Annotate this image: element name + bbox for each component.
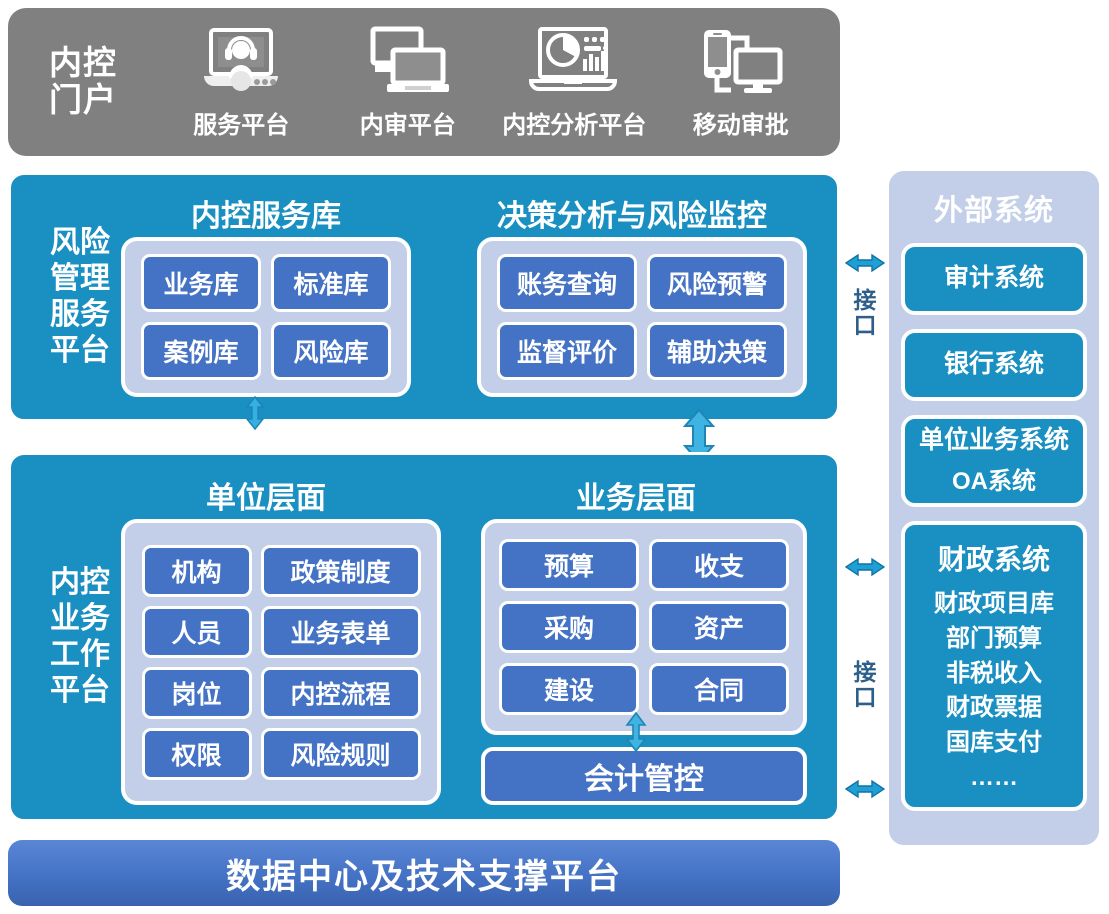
side-title-line: 业务 <box>50 602 110 635</box>
group-box-business-level: 预算 收支 采购 资产 建设 合同 <box>481 519 807 735</box>
finance-item: 非税收入 <box>946 659 1042 687</box>
cell-business-form[interactable]: 业务表单 <box>260 605 421 658</box>
interface-label-bottom: 接 口 <box>851 659 879 711</box>
risk-platform-side-title: 风险 管理 服务 平台 <box>25 175 135 419</box>
finance-item: 财政票据 <box>946 694 1042 722</box>
finance-item: 财政项目库 <box>934 590 1054 617</box>
finance-item-ellipsis: …… <box>970 763 1018 791</box>
cell-standard-library[interactable]: 标准库 <box>271 254 391 312</box>
cell-procurement[interactable]: 采购 <box>499 601 639 653</box>
group-heading-unit-level: 单位层面 <box>206 482 326 515</box>
cell-business-library[interactable]: 业务库 <box>141 254 261 312</box>
connector-arrow-interface-top <box>844 252 886 279</box>
portal-item-list: 服务平台 内审平台 内控分析平台 移动审批 <box>158 8 840 156</box>
cell-case-library[interactable]: 案例库 <box>141 322 261 380</box>
group-heading-decision-analysis: 决策分析与风险监控 <box>497 200 767 233</box>
interface-char: 口 <box>853 684 877 711</box>
laptop-support-agent-icon <box>198 25 284 99</box>
connector-arrow-interface-low <box>844 778 886 805</box>
portal-item-mobile-approval[interactable]: 移动审批 <box>661 25 821 140</box>
external-system-finance[interactable]: 财政系统 财政项目库 部门预算 非税收入 财政票据 国库支付 …… <box>901 521 1087 811</box>
interface-char: 接 <box>853 659 877 685</box>
side-title-line: 风险 <box>50 226 110 259</box>
group-box-unit-level: 机构 政策制度 人员 业务表单 岗位 内控流程 权限 风险规则 <box>121 519 441 805</box>
cell-personnel[interactable]: 人员 <box>141 605 252 658</box>
cell-internal-control-process[interactable]: 内控流程 <box>260 666 421 719</box>
group-box-decision-analysis: 账务查询 风险预警 监督评价 辅助决策 <box>477 237 807 397</box>
monitor-laptop-icon <box>365 25 451 99</box>
external-system-subname: OA系统 <box>952 468 1036 496</box>
portal-item-analysis-platform[interactable]: 内控分析平台 <box>494 25 654 140</box>
portal-item-label: 服务平台 <box>193 111 290 139</box>
external-system-name: 银行系统 <box>943 350 1044 379</box>
connector-arrow-accounting-control <box>624 711 648 757</box>
cell-risk-alert[interactable]: 风险预警 <box>647 254 787 312</box>
group-heading-business-level: 业务层面 <box>576 482 696 515</box>
external-system-name: 财政系统 <box>937 544 1050 575</box>
external-system-name: 审计系统 <box>943 264 1044 293</box>
side-title-line: 平台 <box>50 674 110 707</box>
cell-supervision-evaluation[interactable]: 监督评价 <box>497 322 637 380</box>
external-system-bank[interactable]: 银行系统 <box>901 329 1087 401</box>
phone-monitor-icon <box>698 25 784 99</box>
cell-account-query[interactable]: 账务查询 <box>497 254 637 312</box>
portal-title-line-1: 内控 <box>49 44 117 82</box>
side-title-line: 服务 <box>50 298 110 331</box>
risk-management-service-platform-panel: 风险 管理 服务 平台 内控服务库 业务库 标准库 案例库 风险库 决策分析与风… <box>8 172 840 422</box>
side-title-line: 内控 <box>50 566 110 599</box>
portal-item-audit-platform[interactable]: 内审平台 <box>328 25 488 140</box>
portal-panel: 内控 门户 服务平台 内审平台 内控分析平台 移动审批 <box>8 8 840 156</box>
group-box-internal-control-library: 业务库 标准库 案例库 风险库 <box>121 237 411 397</box>
internal-control-business-platform-panel: 内控 业务 工作 平台 单位层面 机构 政策制度 人员 业务表单 岗位 内控流程… <box>8 452 840 822</box>
side-title-line: 管理 <box>50 262 110 295</box>
connector-arrow-interface-mid <box>844 556 886 583</box>
interface-label-top: 接 口 <box>851 287 879 339</box>
cell-post[interactable]: 岗位 <box>141 666 252 719</box>
finance-item: 部门预算 <box>946 624 1042 652</box>
cell-decision-support[interactable]: 辅助决策 <box>647 322 787 380</box>
laptop-analytics-dashboard-icon <box>526 25 622 99</box>
portal-item-label: 内控分析平台 <box>502 111 647 139</box>
interface-char: 接 <box>853 287 877 313</box>
portal-item-label: 移动审批 <box>692 111 789 139</box>
external-systems-title: 外部系统 <box>933 195 1054 227</box>
external-systems-panel: 外部系统 审计系统 银行系统 单位业务系统 OA系统 财政系统 财政项目库 部门… <box>886 168 1102 848</box>
cell-risk-rule[interactable]: 风险规则 <box>260 727 421 780</box>
cell-policy-system[interactable]: 政策制度 <box>260 544 421 597</box>
cell-budget[interactable]: 预算 <box>499 539 639 591</box>
portal-item-service-platform[interactable]: 服务平台 <box>161 25 321 140</box>
external-system-unit-business-oa[interactable]: 单位业务系统 OA系统 <box>901 415 1087 507</box>
portal-item-label: 内审平台 <box>359 111 456 139</box>
cell-permission[interactable]: 权限 <box>141 727 252 780</box>
external-system-audit[interactable]: 审计系统 <box>901 243 1087 315</box>
architecture-diagram: 内控 门户 服务平台 内审平台 内控分析平台 移动审批 风险 管理 服务 平台 … <box>0 0 1109 914</box>
external-system-name: 单位业务系统 <box>918 425 1069 454</box>
cell-contract[interactable]: 合同 <box>649 663 789 715</box>
cell-revenue-expenditure[interactable]: 收支 <box>649 539 789 591</box>
side-title-line: 工作 <box>50 638 110 671</box>
cell-construction[interactable]: 建设 <box>499 663 639 715</box>
interface-char: 口 <box>853 312 877 339</box>
cell-assets[interactable]: 资产 <box>649 601 789 653</box>
side-title-line: 平台 <box>50 334 110 367</box>
business-platform-side-title: 内控 业务 工作 平台 <box>25 455 135 819</box>
cell-risk-library[interactable]: 风险库 <box>271 322 391 380</box>
finance-item: 国库支付 <box>946 729 1042 757</box>
group-heading-internal-control-library: 内控服务库 <box>191 200 341 233</box>
portal-title-line-2: 门户 <box>49 81 117 118</box>
data-center-platform-bar: 数据中心及技术支撑平台 <box>8 840 840 906</box>
connector-arrow-library-down <box>244 395 266 435</box>
portal-title: 内控 门户 <box>8 8 158 156</box>
cell-organization[interactable]: 机构 <box>141 544 252 597</box>
